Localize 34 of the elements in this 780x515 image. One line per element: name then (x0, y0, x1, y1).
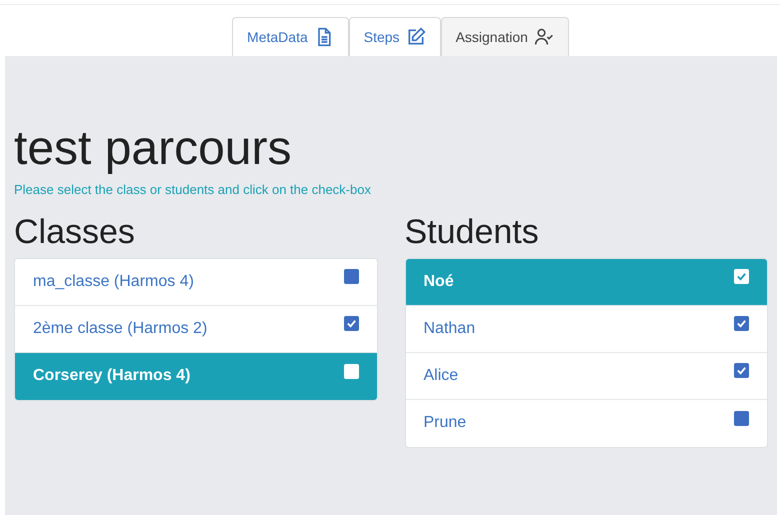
list-item[interactable]: ma_classe (Harmos 4) (15, 258, 376, 306)
check-icon (736, 318, 747, 329)
item-label: Alice (424, 366, 458, 386)
list-item[interactable]: Noé (406, 258, 767, 306)
check-icon (346, 318, 356, 329)
item-label: Prune (424, 413, 466, 433)
check-icon (736, 365, 747, 376)
item-label: Noé (424, 272, 454, 292)
item-label: 2ème classe (Harmos 2) (33, 318, 208, 338)
checkbox[interactable] (734, 316, 749, 331)
tab[interactable]: Steps (348, 17, 441, 56)
user-check-icon (534, 27, 554, 47)
check-icon (736, 271, 747, 282)
tab[interactable]: Assignation (440, 17, 569, 56)
checkbox[interactable] (344, 364, 358, 378)
item-label: ma_classe (Harmos 4) (33, 272, 194, 292)
item-label: Corserey (Harmos 4) (33, 366, 190, 386)
section-heading: Students (404, 212, 540, 252)
instruction-text: Please select the class or students and click on the check-box (14, 181, 372, 199)
section-heading: Classes (14, 212, 136, 252)
list-item[interactable]: 2ème classe (Harmos 2) (15, 306, 376, 352)
list-item[interactable]: Nathan (406, 306, 767, 352)
tab[interactable]: MetaData (232, 17, 349, 56)
list-item[interactable]: Corserey (Harmos 4) (15, 352, 376, 400)
list-item[interactable]: Alice (406, 352, 767, 400)
checkbox[interactable] (734, 269, 749, 284)
checkbox[interactable] (344, 269, 358, 284)
checkbox[interactable] (734, 363, 749, 378)
edit-icon (406, 27, 426, 47)
checkbox[interactable] (734, 410, 749, 426)
list-item[interactable]: Prune (406, 400, 767, 446)
page-title: test parcours (14, 122, 292, 176)
item-label: Nathan (424, 318, 476, 338)
checkbox[interactable] (344, 316, 358, 331)
